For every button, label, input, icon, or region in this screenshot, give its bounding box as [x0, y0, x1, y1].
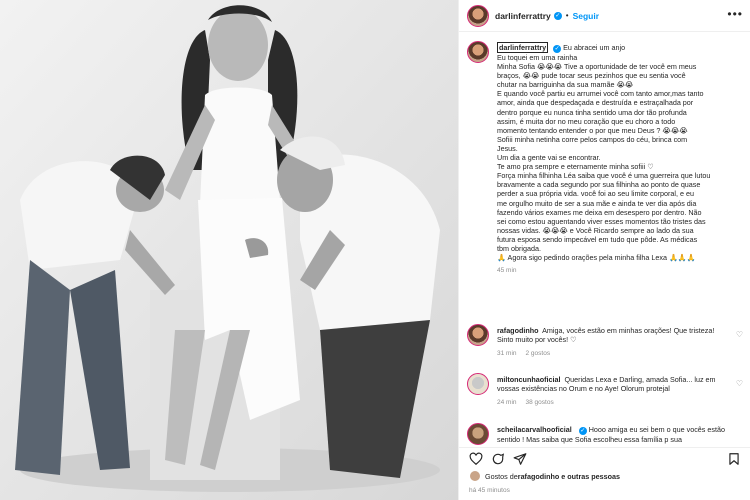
- comment-item: rafagodinho Amiga, vocês estão em minhas…: [467, 324, 747, 369]
- comment-username[interactable]: rafagodinho: [497, 326, 539, 335]
- more-options-icon[interactable]: •••: [727, 8, 743, 20]
- caption-line: assim, é muita dor no meu coração que eu…: [497, 116, 676, 126]
- comment-likes[interactable]: 38 gostos: [526, 398, 554, 407]
- caption-line: amor, ainda que despedaçada e destruída …: [497, 98, 694, 108]
- caption-line: bravamente a cada segundo por sua filhin…: [497, 180, 701, 190]
- caption-line: Eu toquei em uma rainha: [497, 53, 578, 62]
- comment-body: scheilacarvalhooficial ✓ Hooo amiga eu s…: [497, 425, 727, 444]
- caption-line: E quando você partiu eu arrumei você com…: [497, 89, 704, 99]
- post-caption: darlinferrattry ✓ Eu abracei um anjo Eu t…: [467, 41, 747, 346]
- bookmark-icon[interactable]: [727, 452, 741, 466]
- caption-line: darlinferrattry ✓ Eu abracei um anjo: [497, 42, 747, 53]
- heart-icon[interactable]: [469, 452, 483, 466]
- caption-line: Sofiii minha netinha corre pelos campos …: [497, 134, 688, 144]
- post-action-bar: [459, 447, 750, 469]
- caption-line: tbm obrigada.: [497, 243, 541, 253]
- liked-by-users[interactable]: rafagodinho e outras pessoas: [518, 472, 620, 481]
- share-icon[interactable]: [513, 452, 527, 466]
- comment-body: rafagodinho Amiga, vocês estão em minhas…: [497, 326, 727, 358]
- caption-line: chutar na barriguinha da sua mamãe 😭😭: [497, 80, 634, 90]
- caption-line: perder a sua própria vida. você foi ao s…: [497, 189, 694, 199]
- comment-item: scheilacarvalhooficial ✓ Hooo amiga eu s…: [467, 423, 747, 447]
- caption-line: 🙏 Agora sigo pedindo orações pela minha …: [497, 253, 696, 263]
- liked-by-prefix: Gostos de: [485, 471, 518, 481]
- comment-item: miltoncunhaoficial Queridas Lexa e Darli…: [467, 373, 747, 418]
- comment-avatar[interactable]: [467, 423, 489, 445]
- post-photo: [0, 0, 458, 500]
- post-header: darlinferrattry ✓ • Seguir •••: [459, 0, 750, 32]
- comments-scroll-area[interactable]: darlinferrattry ✓ Eu abracei um anjo Eu t…: [459, 33, 750, 447]
- comment-body: miltoncunhaoficial Queridas Lexa e Darli…: [497, 375, 727, 407]
- post-side-panel: darlinferrattry ✓ • Seguir ••• darlinfer…: [458, 0, 750, 500]
- caption-time: 45 min: [497, 267, 517, 275]
- caption-line: Um dia a gente vai se encontrar.: [497, 153, 601, 163]
- verified-badge-icon: ✓: [578, 427, 587, 435]
- comment-username[interactable]: miltoncunhaoficial: [497, 375, 561, 384]
- caption-line: Minha Sofia 😭😭😭 Tive a oportunidade de t…: [497, 62, 697, 72]
- comment-like-heart-icon[interactable]: ♡: [736, 330, 743, 339]
- caption-line: Jesus.: [497, 143, 518, 153]
- comment-meta: 31 min 2 gostos: [497, 349, 727, 358]
- liked-by-summary[interactable]: Gostos de rafagodinho e outras pessoas: [469, 470, 620, 482]
- comment-avatar[interactable]: [467, 324, 489, 346]
- caption-line: dentro porque eu nunca tinha sentido uma…: [497, 107, 687, 117]
- comment-time: 31 min: [497, 349, 517, 357]
- caption-line: Te amo pra sempre e eternamente minha so…: [497, 162, 654, 172]
- caption-line: me orgulho muito de ser a sua mãe e aind…: [497, 198, 697, 208]
- caption-line: nossas vidas. 😭😭😭 e Você Ricardo sempre …: [497, 225, 694, 235]
- caption-line: sei como estou aguentando viver esses mo…: [497, 216, 706, 226]
- comment-username[interactable]: scheilacarvalhooficial: [497, 425, 572, 434]
- verified-badge-icon: ✓: [553, 45, 562, 53]
- comment-time: 24 min: [497, 398, 517, 406]
- separator-dot: •: [565, 11, 569, 20]
- comment-avatar[interactable]: [467, 373, 489, 395]
- bw-photo-illustration: [0, 0, 458, 500]
- caption-body: darlinferrattry ✓ Eu abracei um anjo Eu t…: [497, 42, 747, 275]
- author-avatar[interactable]: [467, 4, 489, 27]
- caption-line: fazendo vários exames me deixa em desesp…: [497, 207, 702, 217]
- caption-avatar[interactable]: [467, 41, 489, 63]
- comment-like-heart-icon[interactable]: ♡: [736, 379, 743, 388]
- comment-likes[interactable]: 2 gostos: [526, 349, 551, 358]
- caption-username[interactable]: darlinferrattry: [497, 42, 549, 53]
- post-date: há 45 minutos: [469, 487, 510, 494]
- caption-text: Eu abracei um anjo: [563, 43, 626, 52]
- caption-line: braços, 😭😭 pude tocar seus pezinhos que …: [497, 71, 686, 81]
- liker-avatar: [469, 470, 481, 482]
- caption-line: futura esposa sendo impecável em tudo qu…: [497, 234, 698, 244]
- comment-icon[interactable]: [491, 452, 505, 466]
- caption-line: Força minha filhinha Léa saiba que você …: [497, 171, 711, 181]
- comment-meta: 24 min 38 gostos: [497, 398, 727, 407]
- author-username[interactable]: darlinferrattry: [495, 11, 551, 21]
- caption-line: momento tentando entender o por que meu …: [497, 125, 688, 135]
- follow-button[interactable]: Seguir: [573, 11, 599, 21]
- verified-badge-icon: ✓: [553, 11, 562, 20]
